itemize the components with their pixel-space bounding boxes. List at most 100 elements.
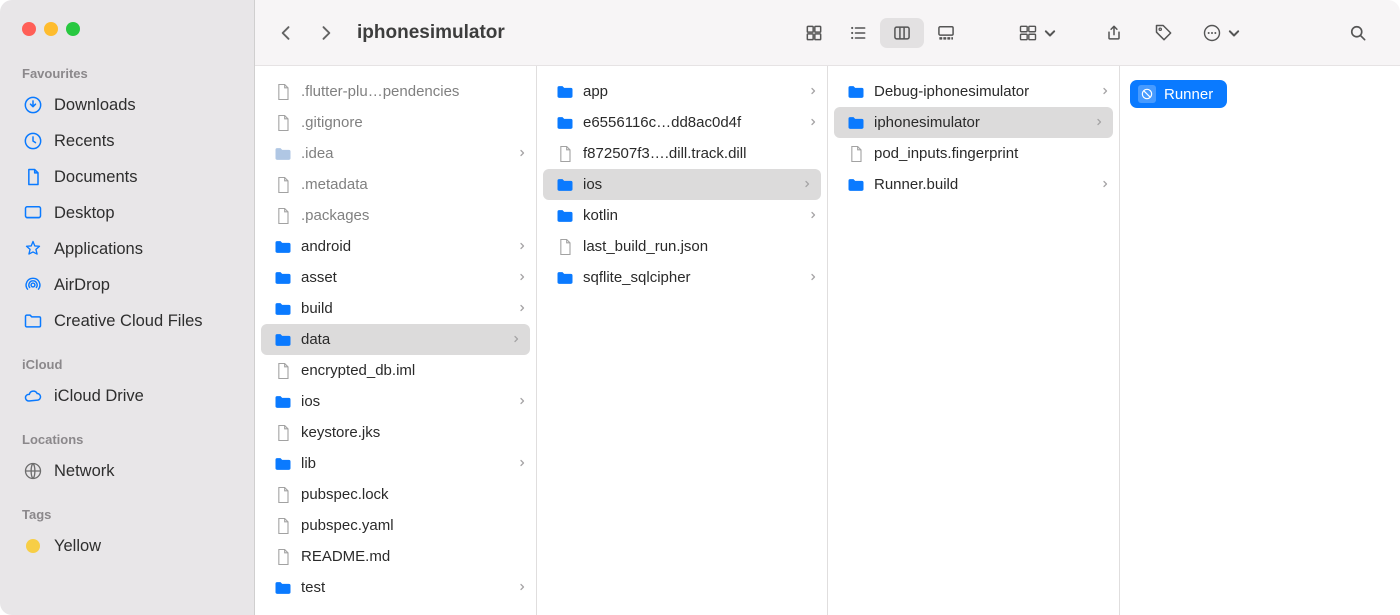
sidebar-item-label: AirDrop [54, 276, 110, 295]
desktop-icon [22, 202, 44, 224]
list-item-label: .flutter-plu…pendencies [301, 83, 528, 100]
list-item[interactable]: kotlin [537, 200, 827, 231]
close-window-button[interactable] [22, 22, 36, 36]
list-item-label: Runner [1164, 86, 1213, 103]
search-button[interactable] [1336, 18, 1380, 48]
list-item[interactable]: ios [255, 386, 536, 417]
list-item[interactable]: .packages [255, 200, 536, 231]
list-item[interactable]: test [255, 572, 536, 603]
list-item-label: data [301, 331, 502, 348]
nav-forward-button[interactable] [309, 16, 343, 50]
list-item[interactable]: .gitignore [255, 107, 536, 138]
folder-icon [846, 82, 866, 102]
list-item[interactable]: ios [543, 169, 821, 200]
sidebar-item-label: iCloud Drive [54, 387, 144, 406]
chevron-right-icon [516, 270, 528, 286]
list-item[interactable]: .flutter-plu…pendencies [255, 76, 536, 107]
view-columns-button[interactable] [880, 18, 924, 48]
chevron-right-icon [1093, 115, 1105, 131]
sidebar-item-label: Downloads [54, 96, 136, 115]
locations-heading: Locations [0, 428, 254, 453]
list-item[interactable]: asset [255, 262, 536, 293]
file-icon [273, 113, 293, 133]
list-item-label: test [301, 579, 508, 596]
list-item[interactable]: e6556116c…dd8ac0d4f [537, 107, 827, 138]
list-item[interactable]: .metadata [255, 169, 536, 200]
list-item[interactable]: keystore.jks [255, 417, 536, 448]
list-item-label: ios [583, 176, 793, 193]
sidebar-item-documents[interactable]: Documents [0, 159, 254, 195]
list-item[interactable]: Runner.build [828, 169, 1119, 200]
sidebar-tag-yellow[interactable]: Yellow [0, 528, 254, 564]
list-item[interactable]: Debug-iphonesimulator [828, 76, 1119, 107]
actions-button[interactable] [1192, 18, 1254, 48]
list-item[interactable]: pubspec.lock [255, 479, 536, 510]
view-list-button[interactable] [836, 18, 880, 48]
sidebar-item-icloud-drive[interactable]: iCloud Drive [0, 378, 254, 414]
list-item-label: iphonesimulator [874, 114, 1085, 131]
list-item-label: f872507f3….dill.track.dill [583, 145, 819, 162]
share-button[interactable] [1092, 18, 1136, 48]
chevron-right-icon [516, 239, 528, 255]
folder-icon [273, 330, 293, 350]
runner-item[interactable]: Runner [1130, 80, 1227, 108]
tags-heading: Tags [0, 503, 254, 528]
list-item[interactable]: pod_inputs.fingerprint [828, 138, 1119, 169]
column-2: app e6556116c…dd8ac0d4f f872507f3….dill.tr… [537, 66, 828, 615]
folder-icon [273, 299, 293, 319]
sidebar-item-airdrop[interactable]: AirDrop [0, 267, 254, 303]
sidebar-item-recents[interactable]: Recents [0, 123, 254, 159]
list-item[interactable]: app [537, 76, 827, 107]
list-item[interactable]: f872507f3….dill.track.dill [537, 138, 827, 169]
list-item[interactable]: README.md [255, 541, 536, 572]
file-icon [273, 547, 293, 567]
folder-icon [555, 175, 575, 195]
file-icon [273, 82, 293, 102]
sidebar-item-creative-cloud[interactable]: Creative Cloud Files [0, 303, 254, 339]
list-item-label: ios [301, 393, 508, 410]
sidebar-item-desktop[interactable]: Desktop [0, 195, 254, 231]
list-item-label: keystore.jks [301, 424, 528, 441]
sidebar-item-label: Recents [54, 132, 115, 151]
list-item[interactable]: iphonesimulator [834, 107, 1113, 138]
list-item-label: Debug-iphonesimulator [874, 83, 1091, 100]
list-item-label: kotlin [583, 207, 799, 224]
list-item-label: last_build_run.json [583, 238, 819, 255]
file-icon [273, 485, 293, 505]
list-item-label: app [583, 83, 799, 100]
list-item[interactable]: last_build_run.json [537, 231, 827, 262]
column-4: Runner [1120, 66, 1400, 615]
group-by-button[interactable] [1008, 18, 1070, 48]
list-item[interactable]: build [255, 293, 536, 324]
list-item-label: .metadata [301, 176, 528, 193]
chevron-right-icon [516, 456, 528, 472]
network-icon [22, 460, 44, 482]
cloud-icon [22, 385, 44, 407]
nav-back-button[interactable] [269, 16, 303, 50]
chevron-right-icon [807, 270, 819, 286]
list-item[interactable]: lib [255, 448, 536, 479]
sidebar-item-label: Documents [54, 168, 137, 187]
list-item[interactable]: sqflite_sqlcipher [537, 262, 827, 293]
sidebar-item-applications[interactable]: Applications [0, 231, 254, 267]
maximize-window-button[interactable] [66, 22, 80, 36]
list-item[interactable]: encrypted_db.iml [255, 355, 536, 386]
tags-button[interactable] [1142, 18, 1186, 48]
window-controls [0, 0, 254, 62]
list-item-label: pod_inputs.fingerprint [874, 145, 1111, 162]
favourites-heading: Favourites [0, 62, 254, 87]
sidebar-item-downloads[interactable]: Downloads [0, 87, 254, 123]
minimize-window-button[interactable] [44, 22, 58, 36]
list-item[interactable]: data [261, 324, 530, 355]
view-icons-button[interactable] [792, 18, 836, 48]
list-item[interactable]: android [255, 231, 536, 262]
folder-icon [555, 82, 575, 102]
list-item[interactable]: .idea [255, 138, 536, 169]
chevron-right-icon [510, 332, 522, 348]
list-item-label: build [301, 300, 508, 317]
view-gallery-button[interactable] [924, 18, 968, 48]
sidebar-item-network[interactable]: Network [0, 453, 254, 489]
list-item[interactable]: pubspec.yaml [255, 510, 536, 541]
file-icon [273, 361, 293, 381]
chevron-right-icon [516, 301, 528, 317]
